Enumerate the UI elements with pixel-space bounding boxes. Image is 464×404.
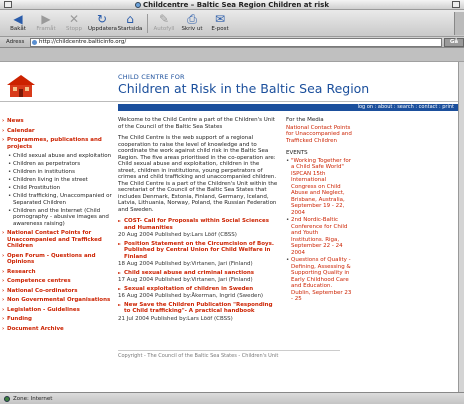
submenu-item[interactable]: Children in institutions — [8, 169, 112, 176]
submenu-item[interactable]: Children living in the street — [8, 177, 112, 184]
submenu-item[interactable]: Child trafficking, Unaccompanied or Sepa… — [8, 193, 112, 206]
window-zoom-button[interactable] — [452, 1, 460, 8]
email-button[interactable]: ✉ E-post — [206, 12, 234, 36]
submenu-item[interactable]: Children and the Internet (Child pornogr… — [8, 208, 112, 228]
forward-label: Framåt — [36, 26, 56, 32]
toolbar-separator — [147, 14, 148, 33]
autofill-label: Autofyll — [153, 26, 175, 32]
back-button[interactable]: ◀ Bakåt — [4, 12, 32, 36]
forward-arrow-icon: ▶ — [41, 12, 51, 26]
menu-item-national-coordinators[interactable]: National Co-ordinators — [2, 288, 112, 295]
site-header: CHILD CENTRE FOR Children at Risk in the… — [118, 73, 369, 96]
header-divider — [0, 101, 458, 102]
main-content: Welcome to the Child Centre a part of th… — [118, 117, 278, 324]
event-link[interactable]: "Working Together for a Child Safe World… — [286, 158, 352, 217]
email-icon: ✉ — [214, 12, 226, 26]
menu-item-competence-centres[interactable]: Competence centres — [2, 278, 112, 285]
refresh-button[interactable]: ↻ Uppdatera — [88, 12, 118, 36]
address-input[interactable]: http://childcentre.balticinfo.org/ — [30, 38, 442, 47]
go-button[interactable]: Gå — [444, 38, 464, 47]
menu-item-research[interactable]: Research — [2, 269, 112, 276]
print-button[interactable]: ⎙ Skriv ut — [178, 12, 206, 36]
news-item: Position Statement on the Circumcision o… — [118, 241, 278, 268]
print-icon: ⎙ — [187, 12, 197, 26]
window-title-text: Childcentre – Baltic Sea Region Children… — [143, 1, 329, 9]
home-button[interactable]: ⌂ Startsida — [116, 12, 144, 36]
page-icon — [135, 2, 141, 8]
intro-text: Welcome to the Child Centre a part of th… — [118, 117, 275, 130]
news-item: COST- Call for Proposals within Social S… — [118, 218, 278, 239]
submenu-item[interactable]: Children as perpetrators — [8, 161, 112, 168]
news-meta: 16 Aug 2004 Published by:Åkerman, Ingrid… — [118, 293, 264, 299]
news-item: New Save the Children Publication "Respo… — [118, 302, 278, 323]
submenu-item[interactable]: Child Prostitution — [8, 185, 112, 192]
footer-divider — [118, 350, 340, 351]
autofill-icon: ✎ — [158, 12, 170, 26]
news-title-link[interactable]: Sexual exploitation of children in Swede… — [118, 286, 278, 293]
forward-button[interactable]: ▶ Framåt — [32, 12, 60, 36]
header-small-title: CHILD CENTRE FOR — [118, 73, 185, 81]
right-column: For the Media National Contact Points fo… — [286, 117, 352, 304]
news-item: Child sexual abuse and criminal sanction… — [118, 270, 278, 284]
autofill-button[interactable]: ✎ Autofyll — [150, 12, 178, 36]
address-url: http://childcentre.balticinfo.org/ — [39, 39, 127, 45]
copyright-text: Copyright - The Council of the Baltic Se… — [118, 353, 279, 359]
event-link[interactable]: Questions of Quality - Defining, Assessi… — [286, 257, 352, 303]
programmes-submenu: Child sexual abuse and exploitation Chil… — [8, 153, 112, 227]
refresh-label: Uppdatera — [88, 26, 118, 32]
address-bar: Adress http://childcentre.balticinfo.org… — [0, 37, 464, 48]
print-label: Skriv ut — [181, 26, 203, 32]
stop-button[interactable]: ✕ Stopp — [60, 12, 88, 36]
window-title: Childcentre – Baltic Sea Region Children… — [0, 0, 464, 10]
browser-toolbar: ◀ Bakåt ▶ Framåt ✕ Stopp ↻ Uppdatera ⌂ S… — [0, 10, 464, 37]
news-title-link[interactable]: COST- Call for Proposals within Social S… — [118, 218, 278, 231]
menu-item-programmes[interactable]: Programmes, publications and projects — [2, 137, 112, 150]
menu-item-contact-points[interactable]: National Contact Points for Unaccompanie… — [2, 230, 112, 250]
status-text: Zone: Internet — [13, 396, 53, 402]
address-label: Adress — [6, 39, 25, 45]
menu-item-document-archive[interactable]: Document Archive — [2, 326, 112, 333]
events-list: "Working Together for a Child Safe World… — [286, 158, 352, 303]
email-label: E-post — [211, 26, 229, 32]
news-meta: 17 Aug 2004 Published by:Virtanen, Jari … — [118, 277, 253, 283]
submenu-item[interactable]: Child sexual abuse and exploitation — [8, 153, 112, 160]
internet-zone-icon — [4, 396, 10, 402]
events-heading: EVENTS — [286, 150, 308, 156]
web-page: CHILD CENTRE FOR Children at Risk in the… — [0, 62, 458, 392]
event-link[interactable]: 2nd Nordic-Baltic Conference for Child a… — [286, 217, 352, 256]
news-meta: 18 Aug 2004 Published by:Virtanen, Jari … — [118, 261, 253, 267]
refresh-icon: ↻ — [96, 12, 108, 26]
stop-label: Stopp — [66, 26, 82, 32]
toolbar-right-edge — [454, 12, 464, 35]
vertical-scrollbar[interactable] — [458, 62, 464, 392]
window-titlebar: Childcentre – Baltic Sea Region Children… — [0, 0, 464, 10]
menu-item-ngos[interactable]: Non Governmental Organisations — [2, 297, 112, 304]
news-title-link[interactable]: Position Statement on the Circumcision o… — [118, 241, 278, 261]
back-arrow-icon: ◀ — [13, 12, 23, 26]
body-text: The Child Centre is the web support of a… — [118, 135, 278, 213]
menu-item-news[interactable]: News — [2, 118, 112, 125]
favorites-bar — [0, 48, 464, 62]
home-icon: ⌂ — [126, 12, 134, 26]
media-link[interactable]: National Contact Points for Unaccompanie… — [286, 125, 352, 145]
house-logo-icon — [7, 75, 35, 97]
media-heading: For the Media — [286, 117, 324, 123]
menu-item-funding[interactable]: Funding — [2, 316, 112, 323]
news-item: Sexual exploitation of children in Swede… — [118, 286, 278, 300]
menu-item-calendar[interactable]: Calendar — [2, 128, 112, 135]
left-menu: News Calendar Programmes, publications a… — [2, 118, 112, 335]
news-title-link[interactable]: Child sexual abuse and criminal sanction… — [118, 270, 278, 277]
news-meta: 21 Jul 2004 Published by:Lars Lööf (CBSS… — [118, 315, 233, 322]
site-favicon-icon — [32, 40, 37, 45]
top-nav-links[interactable]: log on : about : search : contact : prin… — [118, 104, 458, 111]
home-label: Startsida — [117, 26, 143, 32]
news-meta: 20 Aug 2004 Published by:Lars Lööf (CBSS… — [118, 232, 237, 238]
menu-item-open-forum[interactable]: Open Forum - Questions and Opinions — [2, 253, 112, 266]
stop-x-icon: ✕ — [68, 12, 80, 26]
menu-item-legislation[interactable]: Legislation - Guidelines — [2, 307, 112, 314]
back-label: Bakåt — [10, 26, 26, 32]
news-title-link[interactable]: New Save the Children Publication "Respo… — [118, 302, 278, 315]
status-bar: Zone: Internet — [0, 392, 464, 404]
header-main-title: Children at Risk in the Baltic Sea Regio… — [118, 81, 370, 96]
